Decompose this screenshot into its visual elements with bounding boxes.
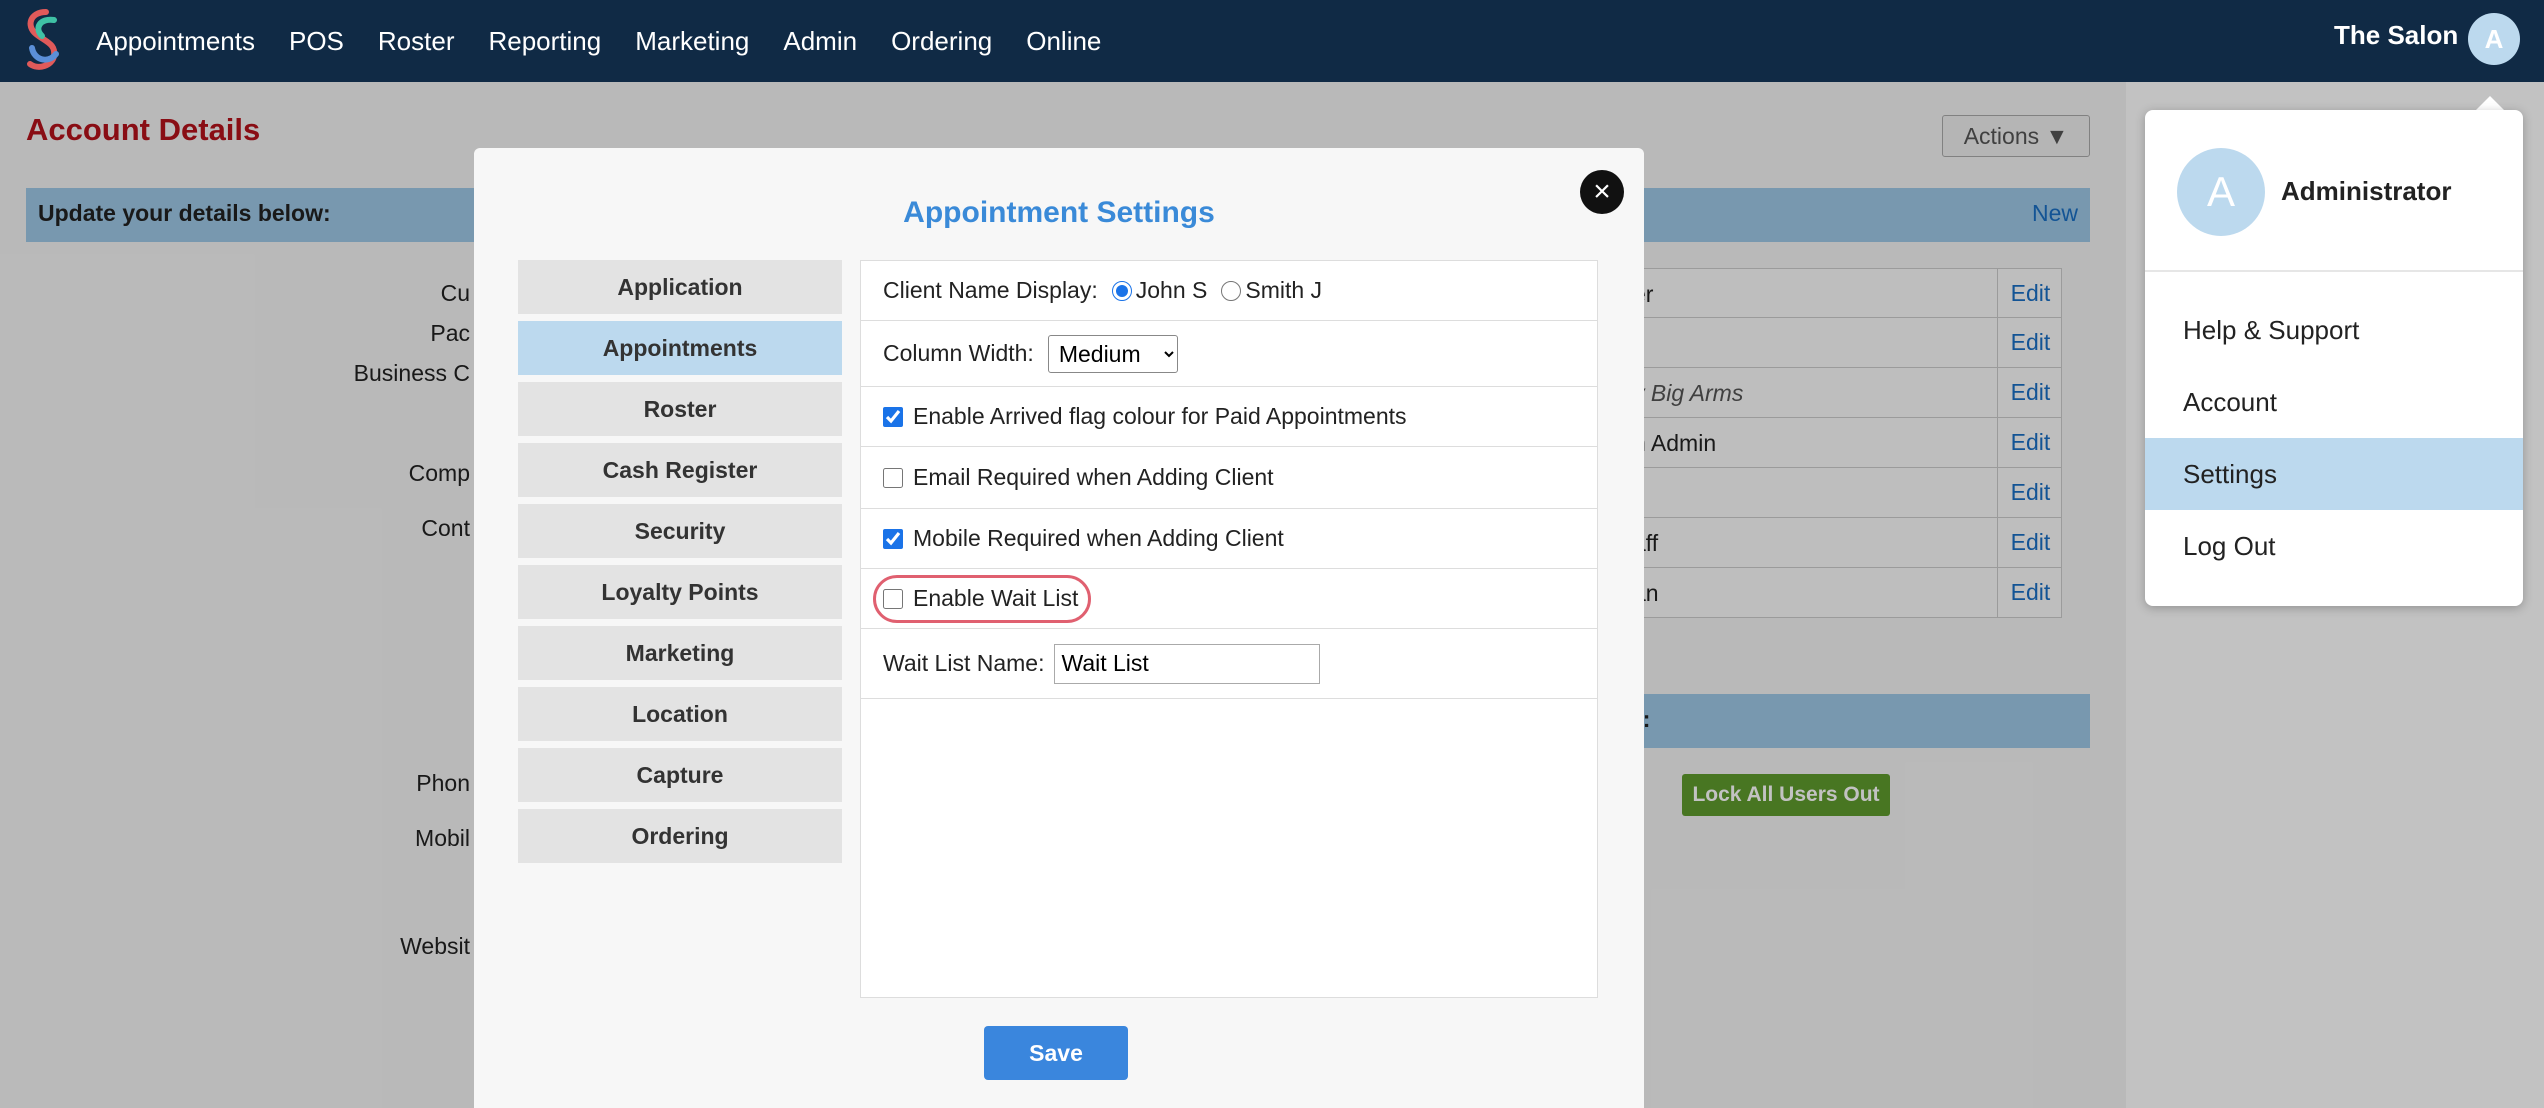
client-name-display-row: Client Name Display: John S Smith J — [861, 261, 1597, 321]
mobile-required-checkbox-label[interactable]: Mobile Required when Adding Client — [883, 525, 1284, 552]
salon-name: The Salon — [2334, 20, 2459, 50]
mobile-required-row: Mobile Required when Adding Client — [861, 509, 1597, 569]
wait-list-name-label: Wait List Name: — [883, 650, 1045, 676]
enable-wait-list-checkbox[interactable] — [883, 588, 903, 609]
radio-john-s-label[interactable]: John S — [1136, 277, 1208, 304]
user-avatar-button[interactable]: A — [2468, 13, 2520, 65]
menu-item-marketing[interactable]: Marketing — [518, 626, 842, 680]
arrived-flag-row: Enable Arrived flag colour for Paid Appo… — [861, 387, 1597, 447]
save-button[interactable]: Save — [984, 1026, 1128, 1080]
mobile-required-checkbox[interactable] — [883, 528, 903, 549]
nav-item-reporting[interactable]: Reporting — [488, 26, 601, 57]
settings-panel: Client Name Display: John S Smith J Colu… — [860, 260, 1598, 998]
appointment-settings-modal: Appointment Settings × Application Appoi… — [474, 148, 1644, 1108]
modal-title: Appointment Settings — [903, 196, 1215, 229]
dropdown-menu-items: Help & Support Account Settings Log Out — [2145, 294, 2523, 582]
menu-item-cash-register[interactable]: Cash Register — [518, 443, 842, 497]
menu-item-help-support[interactable]: Help & Support — [2145, 294, 2523, 366]
radio-smith-j[interactable] — [1221, 280, 1242, 301]
nav-menu: Appointments POS Roster Reporting Market… — [96, 0, 1135, 82]
email-required-checkbox-label[interactable]: Email Required when Adding Client — [883, 464, 1274, 491]
menu-item-roster[interactable]: Roster — [518, 382, 842, 436]
client-name-display-label: Client Name Display: — [883, 277, 1098, 303]
radio-smith-j-label[interactable]: Smith J — [1245, 277, 1322, 304]
nav-item-roster[interactable]: Roster — [378, 26, 455, 57]
menu-item-settings[interactable]: Settings — [2145, 438, 2523, 510]
nav-item-pos[interactable]: POS — [289, 26, 344, 57]
menu-item-loyalty-points[interactable]: Loyalty Points — [518, 565, 842, 619]
arrived-flag-checkbox[interactable] — [883, 406, 903, 427]
menu-item-application[interactable]: Application — [518, 260, 842, 314]
close-icon[interactable]: × — [1580, 170, 1624, 214]
menu-item-log-out[interactable]: Log Out — [2145, 510, 2523, 582]
column-width-row: Column Width: Medium — [861, 321, 1597, 387]
menu-item-ordering[interactable]: Ordering — [518, 809, 842, 863]
menu-item-security[interactable]: Security — [518, 504, 842, 558]
wait-list-name-row: Wait List Name: — [861, 629, 1597, 699]
enable-wait-list-checkbox-label[interactable]: Enable Wait List — [883, 585, 1078, 612]
nav-item-marketing[interactable]: Marketing — [635, 26, 749, 57]
app-logo-icon[interactable] — [16, 6, 70, 74]
nav-item-appointments[interactable]: Appointments — [96, 26, 255, 57]
arrived-flag-checkbox-label[interactable]: Enable Arrived flag colour for Paid Appo… — [883, 403, 1407, 430]
user-dropdown-menu: A Administrator Help & Support Account S… — [2145, 110, 2523, 606]
dropdown-avatar: A — [2177, 148, 2265, 236]
dropdown-user-name: Administrator — [2281, 176, 2452, 206]
dropdown-divider — [2145, 270, 2523, 272]
settings-side-menu: Application Appointments Roster Cash Reg… — [518, 260, 842, 870]
radio-john-s[interactable] — [1111, 280, 1132, 301]
email-required-row: Email Required when Adding Client — [861, 447, 1597, 509]
enable-wait-list-row: Enable Wait List — [861, 569, 1597, 629]
menu-item-appointments[interactable]: Appointments — [518, 321, 842, 375]
nav-item-online[interactable]: Online — [1026, 26, 1101, 57]
menu-item-location[interactable]: Location — [518, 687, 842, 741]
column-width-select[interactable]: Medium — [1047, 334, 1178, 373]
nav-item-ordering[interactable]: Ordering — [891, 26, 992, 57]
email-required-checkbox[interactable] — [883, 467, 903, 488]
menu-item-account[interactable]: Account — [2145, 366, 2523, 438]
nav-item-admin[interactable]: Admin — [783, 26, 857, 57]
menu-item-capture[interactable]: Capture — [518, 748, 842, 802]
wait-list-name-input[interactable] — [1054, 643, 1321, 684]
top-nav: Appointments POS Roster Reporting Market… — [0, 0, 2544, 82]
column-width-label: Column Width: — [883, 340, 1034, 366]
